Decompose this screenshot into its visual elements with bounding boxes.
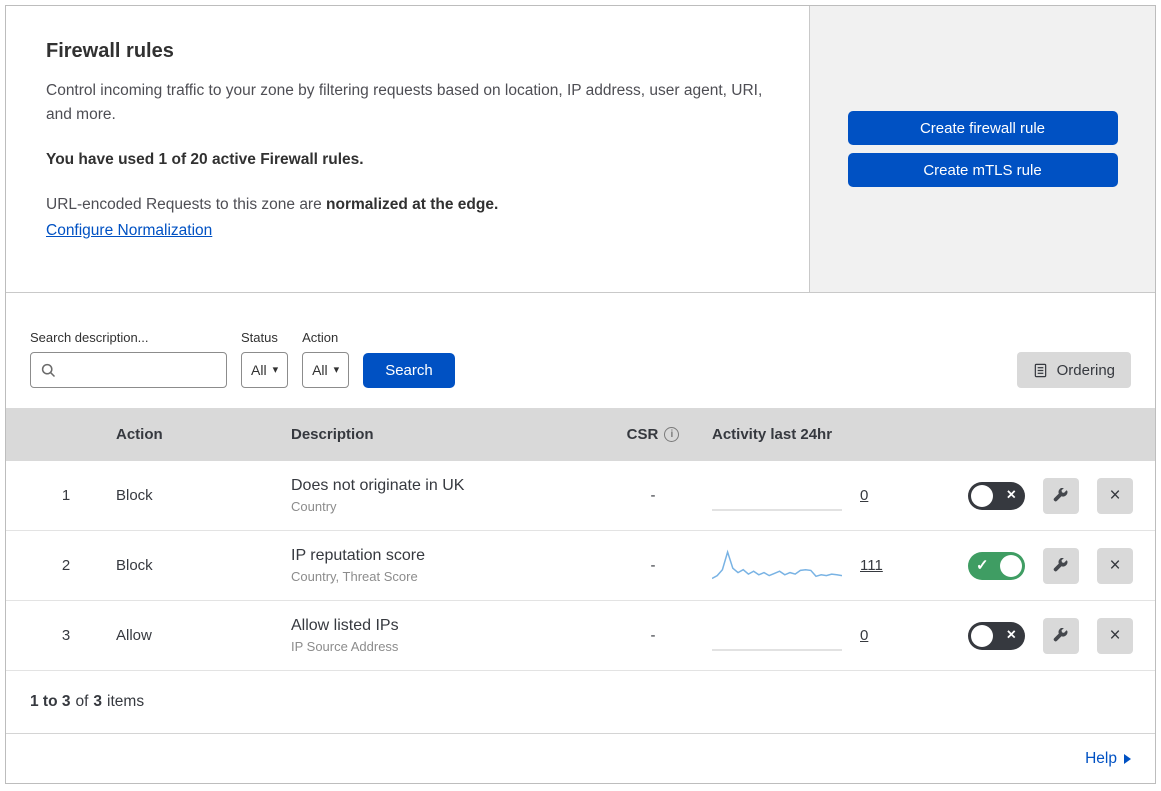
edit-rule-button[interactable] xyxy=(1043,477,1079,514)
rule-action: Block xyxy=(116,487,153,504)
create-mtls-rule-button[interactable]: Create mTLS rule xyxy=(847,153,1118,187)
page-description: Control incoming traffic to your zone by… xyxy=(46,82,763,124)
rule-csr: - xyxy=(650,557,656,574)
usage-summary: You have used 1 of 20 active Firewall ru… xyxy=(46,151,364,169)
wrench-icon xyxy=(1053,487,1068,501)
activity-sparkline xyxy=(712,548,842,579)
delete-rule-button[interactable]: × xyxy=(1097,477,1133,514)
toggle-knob xyxy=(1000,554,1022,577)
items-range: 1 to 3 xyxy=(30,693,71,710)
table-row: 1 Block Does not originate in UK Country… xyxy=(6,461,1155,531)
create-firewall-rule-button[interactable]: Create firewall rule xyxy=(847,111,1118,145)
rule-criteria: IP Source Address xyxy=(291,639,399,654)
bottom-bar: Help xyxy=(6,733,1155,783)
rule-criteria: Country, Threat Score xyxy=(291,569,418,584)
configure-normalization-link[interactable]: Configure Normalization xyxy=(46,222,212,239)
ordering-button-label: Ordering xyxy=(1056,361,1115,379)
search-box[interactable] xyxy=(30,352,227,388)
filter-bar: Search description... Status All ▾ Actio… xyxy=(6,293,1155,408)
table-header: Action Description CSR i Activity last 2… xyxy=(6,408,1155,461)
header-actions-panel: Create firewall rule Create mTLS rule xyxy=(810,6,1155,292)
status-dropdown-value: All xyxy=(251,362,267,378)
col-header-description: Description xyxy=(291,426,374,443)
rule-description: Allow listed IPs xyxy=(291,617,399,634)
rule-csr: - xyxy=(650,627,656,644)
col-header-csr: CSR xyxy=(626,426,659,443)
rule-criteria: Country xyxy=(291,499,337,514)
rule-enabled-toggle[interactable]: ✓ × xyxy=(968,551,1025,580)
page-title: Firewall rules xyxy=(46,40,174,62)
toggle-knob xyxy=(971,624,993,647)
wrench-icon xyxy=(1053,557,1068,571)
table-row: 2 Block IP reputation score Country, Thr… xyxy=(6,531,1155,601)
delete-rule-button[interactable]: × xyxy=(1097,547,1133,584)
info-icon[interactable]: i xyxy=(664,427,680,442)
action-dropdown-value: All xyxy=(312,362,328,378)
search-icon xyxy=(41,363,56,377)
search-button[interactable]: Search xyxy=(363,353,455,388)
rule-description: IP reputation score xyxy=(291,547,426,564)
table-row: 3 Allow Allow listed IPs IP Source Addre… xyxy=(6,601,1155,671)
rule-csr: - xyxy=(650,487,656,504)
delete-rule-button[interactable]: × xyxy=(1097,617,1133,654)
help-link[interactable]: Help xyxy=(1085,750,1131,768)
search-label: Search description... xyxy=(30,330,149,345)
page-header: Firewall rules Control incoming traffic … xyxy=(6,6,1155,293)
wrench-icon xyxy=(1053,627,1068,641)
x-icon: × xyxy=(1006,486,1016,504)
col-header-activity: Activity last 24hr xyxy=(712,426,833,443)
status-label: Status xyxy=(241,330,278,345)
activity-count-link[interactable]: 0 xyxy=(860,487,868,504)
rule-priority: 1 xyxy=(61,487,71,504)
activity-count-link[interactable]: 0 xyxy=(860,627,868,644)
chevron-down-icon: ▾ xyxy=(333,363,340,376)
edit-rule-button[interactable] xyxy=(1043,547,1079,584)
x-icon: × xyxy=(1006,626,1016,644)
items-total: 3 xyxy=(93,693,103,710)
activity-count-link[interactable]: 111 xyxy=(860,557,883,574)
normalization-note: URL-encoded Requests to this zone are no… xyxy=(46,196,499,214)
firewall-rules-page: Firewall rules Control incoming traffic … xyxy=(5,5,1156,784)
action-label: Action xyxy=(302,330,339,345)
close-icon: × xyxy=(1109,554,1121,576)
rule-priority: 3 xyxy=(61,627,71,644)
rule-priority: 2 xyxy=(61,557,71,574)
toggle-knob xyxy=(971,484,993,507)
items-summary: 1 to 3 of 3 items xyxy=(30,693,145,710)
arrow-right-icon xyxy=(1124,753,1131,764)
ordering-button[interactable]: Ordering xyxy=(1016,352,1131,388)
help-label: Help xyxy=(1085,749,1117,767)
rule-enabled-toggle[interactable]: ✓ × xyxy=(968,481,1025,510)
close-icon: × xyxy=(1109,624,1121,646)
chevron-down-icon: ▾ xyxy=(272,363,279,376)
col-header-action: Action xyxy=(116,426,163,443)
close-icon: × xyxy=(1109,484,1121,506)
rule-enabled-toggle[interactable]: ✓ × xyxy=(968,621,1025,650)
ordering-list-icon xyxy=(1034,363,1046,377)
rule-description: Does not originate in UK xyxy=(291,477,465,494)
action-dropdown[interactable]: All ▾ xyxy=(302,352,350,388)
search-description-input[interactable] xyxy=(64,362,216,378)
status-dropdown[interactable]: All ▾ xyxy=(241,352,289,388)
activity-sparkline xyxy=(712,508,842,511)
check-icon: ✓ xyxy=(976,556,989,574)
edit-rule-button[interactable] xyxy=(1043,617,1079,654)
activity-sparkline xyxy=(712,648,842,651)
rule-action: Allow xyxy=(116,627,152,644)
rule-action: Block xyxy=(116,557,153,574)
